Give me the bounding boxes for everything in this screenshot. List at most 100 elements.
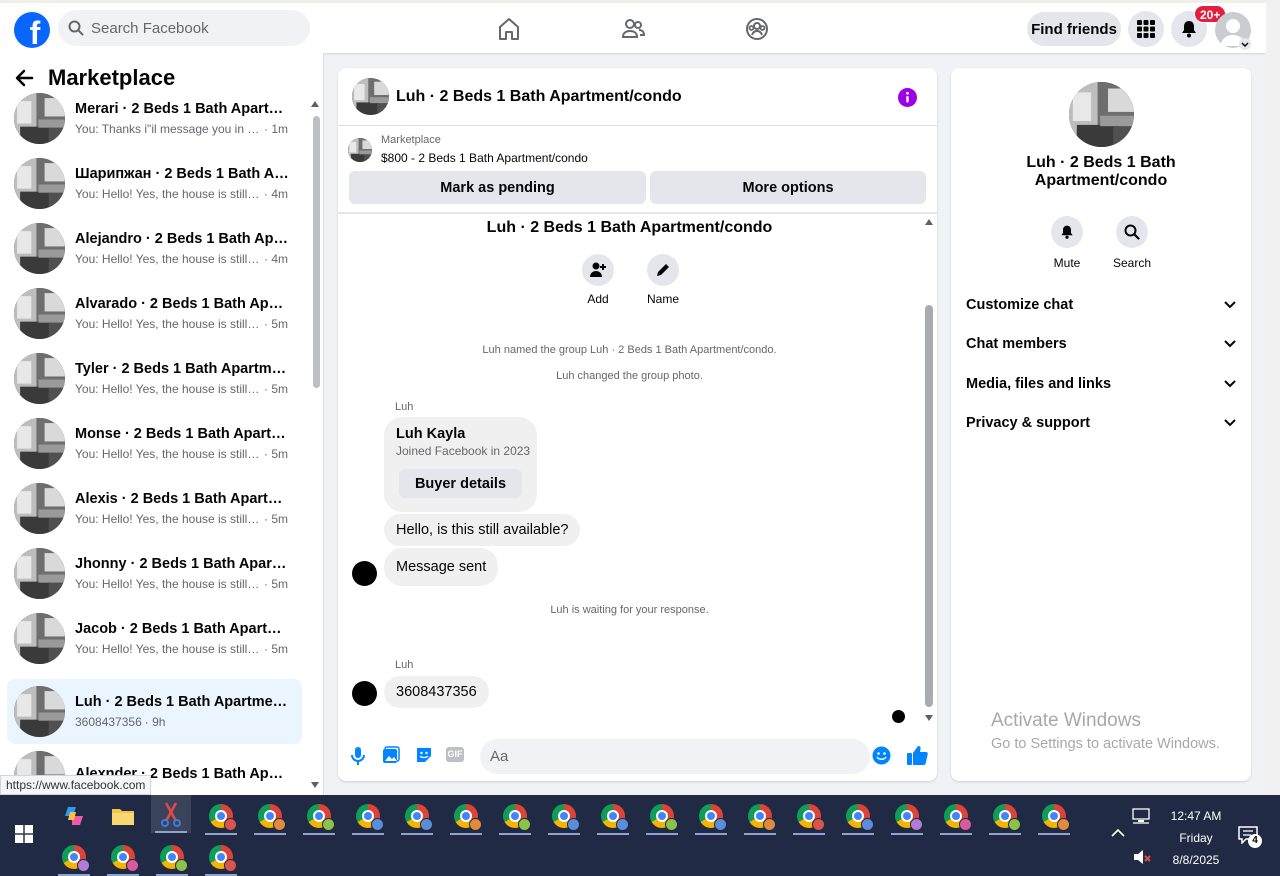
conversation-item[interactable]: Jhonny · 2 Beds 1 Bath Apartment/condo Yo…	[7, 541, 302, 606]
start-button[interactable]	[4, 815, 44, 853]
taskbar-chrome-window[interactable]	[54, 838, 94, 876]
media-files-links-section[interactable]: Media, files and links	[966, 376, 1236, 392]
message-bubble[interactable]: Message sent	[384, 548, 499, 586]
group-photo[interactable]	[1069, 82, 1134, 147]
scroll-down-icon[interactable]	[925, 715, 933, 721]
sender-avatar[interactable]	[352, 561, 377, 586]
taskbar-chrome-window[interactable]	[152, 838, 192, 876]
conversation-name: Tyler · 2 Beds 1 Bath Apartment/condo	[75, 361, 289, 377]
taskbar-chrome-window[interactable]	[642, 797, 682, 835]
taskbar-chrome-window[interactable]	[397, 797, 437, 835]
add-people-action[interactable]: Add	[578, 254, 618, 306]
microphone-icon[interactable]	[350, 746, 366, 766]
conversation-name: Merari · 2 Beds 1 Bath Apartment/condo	[75, 101, 289, 117]
taskbar-chrome-window[interactable]	[740, 797, 780, 835]
taskbar-snipping-tool[interactable]	[151, 795, 191, 833]
message-bubble[interactable]: Hello, is this still available?	[384, 514, 581, 546]
chat-scrollbar[interactable]	[921, 215, 937, 727]
photo-icon[interactable]	[382, 746, 400, 764]
chrome-profile-icon	[77, 859, 90, 872]
window-scrollbar[interactable]	[1266, 0, 1280, 795]
search-box[interactable]	[58, 10, 310, 46]
sticker-icon[interactable]	[415, 746, 433, 764]
listing-row[interactable]: Marketplace $800 - 2 Beds 1 Bath Apartme…	[348, 134, 588, 165]
mute-action[interactable]: Mute	[1042, 216, 1092, 270]
taskbar-chrome-window[interactable]	[495, 797, 535, 835]
info-icon[interactable]	[898, 88, 917, 107]
groups-icon[interactable]	[744, 16, 770, 42]
search-input[interactable]	[91, 19, 291, 37]
taskbar-chrome-window[interactable]	[201, 797, 241, 835]
message-bubble[interactable]: 3608437356	[384, 676, 489, 708]
taskbar-chrome-window[interactable]	[887, 797, 927, 835]
taskbar-clock[interactable]: 12:47 AM Friday 8/8/2025	[1166, 805, 1226, 871]
gif-button[interactable]: GIF	[446, 747, 464, 762]
conversation-snippet: You: Hello! Yes, the house is still avai…	[75, 317, 261, 331]
network-icon[interactable]	[1132, 808, 1150, 824]
chevron-up-icon[interactable]	[1111, 828, 1125, 837]
find-friends-button[interactable]: Find friends	[1027, 12, 1121, 46]
sidebar-scroll-thumb[interactable]	[313, 116, 320, 388]
conversation-time: · 1m	[264, 122, 288, 136]
chevron-down-icon[interactable]	[1239, 38, 1251, 50]
message-input[interactable]	[480, 739, 870, 774]
taskbar-chrome-window[interactable]	[789, 797, 829, 835]
taskbar-chrome-window[interactable]	[348, 797, 388, 835]
conversation-item[interactable]: Luh · 2 Beds 1 Bath Apartment/condo 36084…	[7, 679, 302, 744]
mark-as-pending-button[interactable]: Mark as pending	[349, 171, 646, 204]
apartment-photo-icon	[14, 158, 65, 209]
conversation-item[interactable]: Merari · 2 Beds 1 Bath Apartment/condo Yo…	[7, 86, 302, 151]
conversation-time: · 5m	[264, 577, 288, 591]
buyer-details-button[interactable]: Buyer details	[399, 469, 522, 498]
scroll-up-icon[interactable]	[925, 219, 933, 225]
speaker-muted-icon[interactable]	[1133, 850, 1151, 864]
chrome-profile-icon	[910, 818, 923, 831]
taskbar-chrome-window[interactable]	[936, 797, 976, 835]
chat-scroll-thumb[interactable]	[925, 305, 933, 707]
conversation-item[interactable]: Шарипжан · 2 Beds 1 Bath Apartment/condo…	[7, 151, 302, 216]
scroll-up-icon[interactable]	[311, 101, 319, 107]
conversation-thumbnail	[14, 686, 65, 737]
menu-button[interactable]	[1128, 11, 1164, 47]
taskbar-copilot[interactable]	[54, 797, 94, 835]
customize-chat-section[interactable]: Customize chat	[966, 297, 1236, 313]
chrome-profile-icon	[959, 818, 972, 831]
taskbar-chrome-window[interactable]	[691, 797, 731, 835]
taskbar-chrome-window[interactable]	[985, 797, 1025, 835]
taskbar-chrome-window[interactable]	[299, 797, 339, 835]
sidebar-scrollbar[interactable]	[309, 101, 321, 791]
taskbar-chrome-window[interactable]	[103, 838, 143, 876]
conversation-item[interactable]: Alejandro · 2 Beds 1 Bath Apartment/cond…	[7, 216, 302, 281]
action-center-button[interactable]: 4	[1238, 826, 1262, 849]
conversation-item[interactable]: Alexis · 2 Beds 1 Bath Apartment/condo Yo…	[7, 476, 302, 541]
facebook-logo[interactable]: f	[14, 12, 50, 48]
conversation-item[interactable]: Tyler · 2 Beds 1 Bath Apartment/condo You…	[7, 346, 302, 411]
privacy-support-section[interactable]: Privacy & support	[966, 415, 1236, 431]
taskbar-file-explorer[interactable]	[103, 797, 143, 835]
taskbar-chrome-window[interactable]	[446, 797, 486, 835]
divider	[338, 212, 937, 214]
chat-members-section[interactable]: Chat members	[966, 336, 1236, 352]
conversation-item[interactable]: Monse · 2 Beds 1 Bath Apartment/condo You…	[7, 411, 302, 476]
emoji-icon[interactable]	[872, 746, 891, 765]
sender-avatar[interactable]	[352, 681, 377, 706]
apartment-photo-icon	[14, 288, 65, 339]
home-icon[interactable]	[496, 16, 522, 42]
search-in-chat-action[interactable]: Search	[1107, 216, 1157, 270]
conversation-item[interactable]: Alvarado · 2 Beds 1 Bath Apartment/condo…	[7, 281, 302, 346]
taskbar-chrome-window[interactable]	[250, 797, 290, 835]
conversation-item[interactable]: Jacob · 2 Beds 1 Bath Apartment/condo You…	[7, 606, 302, 671]
chat-header-thumbnail[interactable]	[352, 78, 389, 115]
taskbar-chrome-window[interactable]	[593, 797, 633, 835]
name-group-action[interactable]: Name	[643, 254, 683, 306]
friends-icon[interactable]	[620, 16, 646, 42]
taskbar-chrome-window[interactable]	[1034, 797, 1074, 835]
taskbar-chrome-window[interactable]	[544, 797, 584, 835]
taskbar-chrome-window[interactable]	[201, 838, 241, 876]
scroll-down-icon[interactable]	[311, 782, 319, 788]
more-options-button[interactable]: More options	[650, 171, 926, 204]
thumbs-up-icon[interactable]	[906, 744, 928, 766]
chat-title[interactable]: Luh · 2 Beds 1 Bath Apartment/condo	[396, 88, 682, 106]
back-arrow-icon[interactable]	[14, 68, 34, 88]
taskbar-chrome-window[interactable]	[838, 797, 878, 835]
